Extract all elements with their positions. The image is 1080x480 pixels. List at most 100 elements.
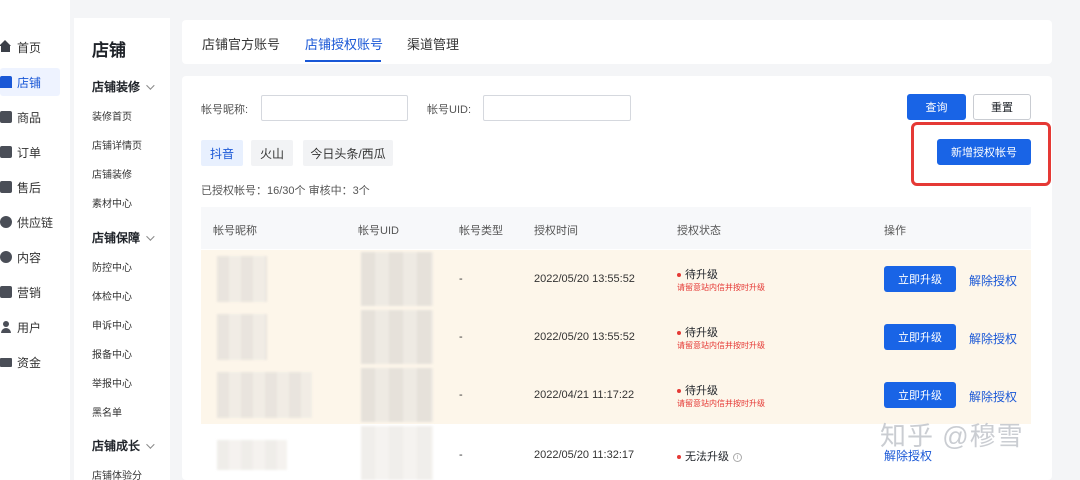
platform-tab-toutiao[interactable]: 今日头条/西瓜	[303, 140, 393, 166]
nav-item-content[interactable]: 内容	[0, 243, 60, 271]
tab-channel-management[interactable]: 渠道管理	[407, 34, 459, 53]
status-text: 待升级	[685, 385, 718, 397]
subnav-section-protection[interactable]: 店铺保障	[92, 229, 155, 246]
upgrade-button[interactable]: 立即升级	[884, 324, 956, 350]
subnav-item[interactable]: 店铺体验分	[92, 467, 142, 480]
auth-status: 待升级	[677, 382, 718, 398]
account-type: -	[459, 389, 463, 401]
status-dot-icon	[677, 389, 681, 394]
nav-item-label: 店铺	[17, 75, 42, 90]
platform-tab-huoshan[interactable]: 火山	[251, 140, 293, 166]
upgrade-button[interactable]: 立即升级	[884, 382, 956, 408]
nav-item-order[interactable]: 订单	[0, 138, 60, 166]
subnav-item[interactable]: 体检中心	[92, 288, 132, 303]
add-authorized-account-button[interactable]: 新增授权帐号	[937, 139, 1031, 165]
auth-time: 2022/04/21 11:17:22	[534, 389, 635, 401]
revoke-link[interactable]: 解除授权	[969, 272, 1017, 289]
uid-input[interactable]	[483, 95, 631, 121]
order-icon	[0, 146, 12, 158]
auth-time: 2022/05/20 13:55:52	[534, 331, 635, 343]
subnav-section-decoration[interactable]: 店铺装修	[92, 78, 155, 95]
aftersale-icon	[0, 181, 12, 193]
nav-item-home[interactable]: 首页	[0, 33, 60, 61]
table-header: 帐号昵称 帐号UID 帐号类型 授权时间 授权状态 操作	[201, 207, 1031, 249]
nickname-input[interactable]	[261, 95, 408, 121]
query-button[interactable]: 查询	[907, 94, 966, 120]
nav-item-product[interactable]: 商品	[0, 103, 60, 131]
column-header: 操作	[884, 225, 906, 237]
blurred-nickname	[217, 256, 267, 302]
supply-chain-icon	[0, 216, 12, 228]
nav-item-label: 用户	[17, 320, 42, 335]
subnav-item[interactable]: 举报中心	[92, 375, 132, 390]
tab-official-account[interactable]: 店铺官方账号	[202, 34, 280, 53]
status-text: 待升级	[685, 327, 718, 339]
blurred-nickname	[217, 372, 312, 418]
blurred-nickname	[217, 314, 267, 360]
nav-item-label: 首页	[17, 40, 42, 55]
nav-item-marketing[interactable]: 营销	[0, 278, 60, 306]
nav-item-user[interactable]: 用户	[0, 313, 60, 341]
status-dot-icon	[677, 273, 681, 278]
auth-time: 2022/05/20 11:32:17	[534, 449, 635, 461]
reset-button[interactable]: 重置	[973, 94, 1031, 120]
status-dot-icon	[677, 455, 681, 460]
status-note: 请留意站内信并按时升级	[677, 399, 765, 408]
user-icon	[0, 321, 12, 333]
column-header: 帐号昵称	[213, 225, 257, 237]
auth-time: 2022/05/20 13:55:52	[534, 273, 635, 285]
uid-label: 帐号UID:	[427, 104, 471, 116]
subnav-item[interactable]: 黑名单	[92, 404, 122, 419]
subnav-item[interactable]: 装修首页	[92, 108, 132, 123]
nav-item-funds[interactable]: 资金	[0, 348, 60, 376]
chevron-down-icon	[146, 231, 155, 241]
subnav-item[interactable]: 店铺详情页	[92, 137, 142, 152]
table-row: - 2022/05/20 13:55:52 待升级 请留意站内信并按时升级 立即…	[201, 308, 1031, 366]
marketing-icon	[0, 286, 12, 298]
chevron-down-icon	[146, 80, 155, 90]
home-icon	[0, 40, 12, 53]
column-header: 授权状态	[677, 225, 721, 237]
product-icon	[0, 111, 12, 123]
wallet-icon	[0, 357, 12, 367]
main-nav: 首页 店铺 商品 订单 售后 供应链 内容 营销 用户 资金	[0, 0, 70, 480]
blurred-nickname	[217, 440, 287, 470]
column-header: 帐号UID	[358, 225, 399, 237]
active-tab-indicator	[305, 60, 381, 62]
nickname-label: 帐号昵称:	[201, 104, 249, 116]
subnav-section-growth[interactable]: 店铺成长	[92, 437, 155, 454]
nav-item-label: 资金	[17, 355, 42, 370]
section-title: 店铺装修	[92, 80, 141, 94]
status-note: 请留意站内信并按时升级	[677, 283, 765, 292]
status-text: 无法升级	[685, 451, 729, 463]
blurred-uid	[361, 252, 433, 306]
subnav-item[interactable]: 素材中心	[92, 195, 132, 210]
tab-authorized-account[interactable]: 店铺授权账号	[305, 34, 383, 53]
subnav-item[interactable]: 防控中心	[92, 259, 132, 274]
status-note: 请留意站内信并按时升级	[677, 341, 765, 350]
auth-status: 无法升级 i	[677, 448, 742, 464]
nav-item-supply-chain[interactable]: 供应链	[0, 208, 60, 236]
subnav-item[interactable]: 报备中心	[92, 346, 132, 361]
subnav-item[interactable]: 店铺装修	[92, 166, 132, 181]
tab-bar: 店铺官方账号 店铺授权账号 渠道管理	[182, 20, 1052, 64]
section-title: 店铺成长	[92, 439, 141, 453]
sub-nav: 店铺 店铺装修 装修首页 店铺详情页 店铺装修 素材中心 店铺保障 防控中心 体…	[74, 18, 170, 480]
watermark: 知乎 @穆雪	[880, 421, 1024, 451]
subnav-item[interactable]: 申诉中心	[92, 317, 132, 332]
nav-item-label: 商品	[17, 110, 42, 125]
platform-tab-douyin[interactable]: 抖音	[201, 140, 243, 166]
info-icon[interactable]: i	[733, 452, 742, 462]
blurred-uid	[361, 368, 433, 422]
nav-item-shop[interactable]: 店铺	[0, 68, 60, 96]
upgrade-button[interactable]: 立即升级	[884, 266, 956, 292]
auth-status: 待升级	[677, 266, 718, 282]
status-text: 待升级	[685, 269, 718, 281]
column-header: 帐号类型	[459, 225, 503, 237]
revoke-link[interactable]: 解除授权	[969, 388, 1017, 405]
nav-item-aftersale[interactable]: 售后	[0, 173, 60, 201]
column-header: 授权时间	[534, 225, 578, 237]
nav-item-label: 内容	[17, 250, 42, 265]
subnav-title: 店铺	[92, 41, 126, 60]
revoke-link[interactable]: 解除授权	[969, 330, 1017, 347]
